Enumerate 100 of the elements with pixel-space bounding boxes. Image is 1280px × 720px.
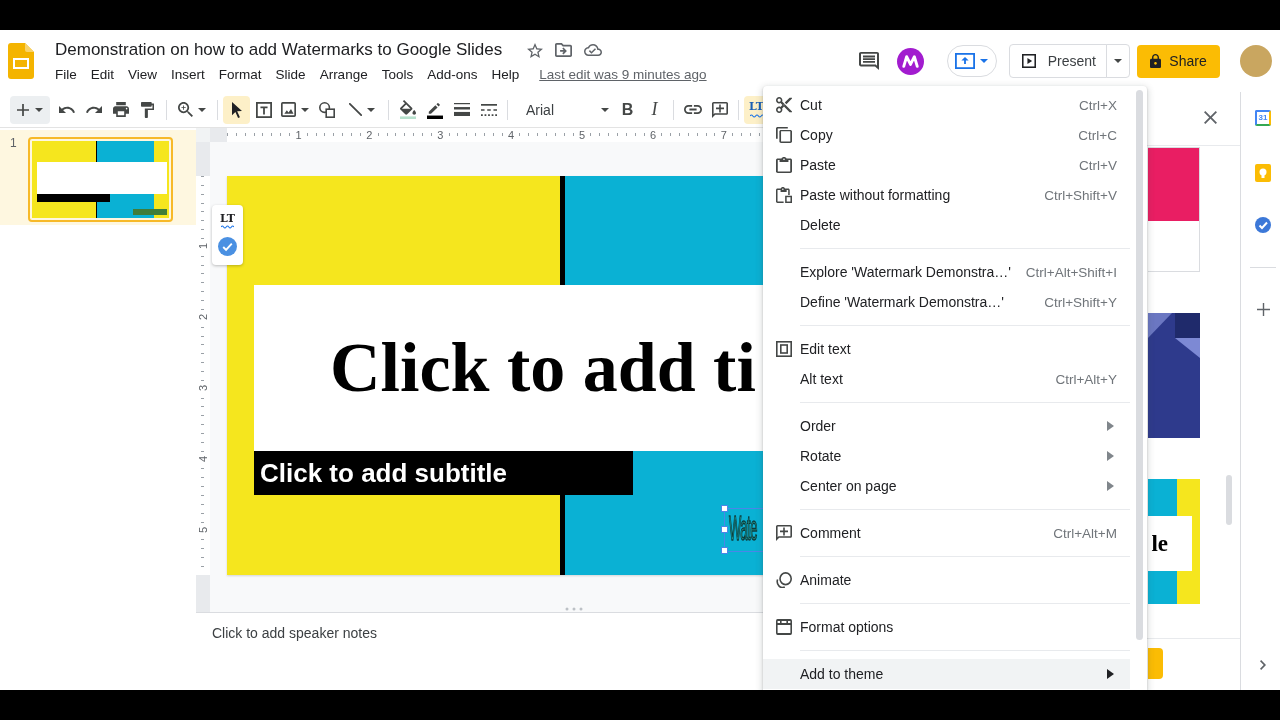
menubar-item[interactable]: Edit — [83, 64, 122, 84]
menubar-item[interactable]: Format — [211, 64, 269, 84]
keyboard-shortcut: Ctrl+X — [1078, 97, 1117, 113]
document-title[interactable]: Demonstration on how to add Watermarks to Google Slides — [55, 40, 503, 60]
resize-handle[interactable] — [721, 505, 728, 512]
slide-title[interactable]: Click to add ti — [330, 328, 756, 408]
keyboard-shortcut: Ctrl+Alt+Shift+I — [1024, 264, 1117, 280]
menubar-item[interactable]: Arrange — [312, 64, 375, 84]
add-comment-icon — [776, 525, 792, 541]
menubar-item[interactable]: Slide — [268, 64, 313, 84]
undo-icon[interactable] — [58, 106, 75, 113]
clipboard-icon — [776, 187, 792, 203]
text-frame-icon — [776, 341, 792, 357]
star-icon[interactable] — [527, 42, 544, 58]
keyboard-shortcut: Ctrl+Shift+V — [1043, 187, 1117, 203]
border-dash-icon[interactable] — [480, 103, 497, 116]
caret-icon — [35, 107, 43, 112]
wave-icon — [749, 114, 764, 118]
check-circle-icon[interactable] — [218, 237, 237, 256]
ruler-number: 4 — [507, 128, 516, 142]
border-weight-icon[interactable] — [453, 103, 470, 116]
menubar-item[interactable]: View — [121, 64, 165, 84]
ruler-number: 3 — [436, 128, 445, 142]
submenu-arrow-icon — [1107, 421, 1114, 431]
menubar-item[interactable]: Add-ons — [420, 64, 485, 84]
play-icon — [1021, 54, 1036, 68]
upload-icon — [955, 53, 976, 69]
theme-thumbnail[interactable] — [1148, 313, 1200, 438]
resize-handle[interactable] — [721, 526, 728, 533]
border-color-icon[interactable] — [426, 100, 443, 119]
menubar-item[interactable]: Help — [484, 64, 527, 84]
calendar-button[interactable]: 31 — [1255, 110, 1271, 126]
menu-item[interactable]: Add to theme — [763, 659, 1130, 689]
select-tool-button[interactable] — [223, 95, 250, 124]
caret-icon[interactable] — [366, 107, 375, 112]
theme-thumbnail[interactable] — [1148, 147, 1200, 272]
caret-icon — [1114, 59, 1122, 63]
submenu-arrow-icon — [1107, 481, 1114, 491]
link-icon[interactable] — [683, 105, 702, 114]
clipboard-icon — [776, 157, 792, 173]
caret-icon[interactable] — [198, 107, 206, 112]
zoom-icon[interactable] — [178, 102, 193, 117]
theme-preview-text: le — [1151, 530, 1168, 557]
present-button[interactable]: Present — [1008, 44, 1107, 78]
redo-icon[interactable] — [85, 106, 102, 113]
scrollbar-thumb[interactable] — [1136, 90, 1143, 640]
last-edit-link[interactable]: Last edit was 9 minutes ago — [539, 66, 707, 82]
keyboard-shortcut: Ctrl+C — [1077, 127, 1117, 143]
folder-icon[interactable] — [555, 43, 573, 57]
ruler-number: 5 — [578, 128, 587, 142]
share-button[interactable]: Share — [1137, 44, 1220, 78]
image-icon[interactable] — [281, 102, 296, 117]
theme-thumbnail[interactable]: le — [1148, 479, 1200, 604]
caret-icon[interactable] — [301, 107, 309, 112]
plus-icon[interactable] — [1256, 303, 1270, 316]
paint-format-icon[interactable] — [141, 101, 154, 118]
wave-icon — [221, 225, 234, 229]
cloud-icon — [584, 44, 603, 56]
resize-handle[interactable] — [721, 547, 728, 554]
menubar-item[interactable]: File — [48, 64, 84, 84]
circles-icon — [776, 572, 792, 588]
scrollbar-thumb[interactable] — [1226, 475, 1232, 525]
comment-icon[interactable] — [858, 52, 879, 70]
bold-button[interactable]: B — [614, 95, 641, 124]
keyboard-shortcut: Ctrl+V — [1078, 157, 1117, 173]
add-on-icon[interactable] — [896, 47, 924, 75]
chevron-right-icon[interactable] — [1260, 660, 1266, 670]
slide-number: 1 — [9, 137, 18, 149]
keyboard-shortcut: Ctrl+Shift+Y — [1043, 294, 1117, 310]
menubar-item[interactable]: Tools — [374, 64, 421, 84]
keyboard-shortcut: Ctrl+Alt+Y — [1054, 371, 1117, 387]
fill-color-icon[interactable] — [399, 100, 416, 119]
menu-item[interactable]: Format options — [763, 612, 1130, 642]
slide-thumbnail[interactable] — [28, 137, 173, 222]
ruler-number: 1 — [294, 128, 303, 142]
print-icon[interactable] — [112, 102, 129, 117]
scissors-icon — [776, 97, 792, 113]
present-options-button[interactable] — [1106, 44, 1130, 78]
slide-subtitle[interactable]: Click to add subtitle — [254, 451, 633, 495]
grammar-widget[interactable]: LT — [212, 205, 243, 265]
panel-icon — [776, 619, 792, 635]
font-dropdown[interactable]: Arial — [513, 95, 614, 124]
text-box-icon[interactable] — [255, 101, 272, 118]
ruler-number: 7 — [719, 128, 728, 142]
ruler-number: 6 — [648, 128, 657, 142]
italic-button[interactable]: I — [641, 95, 668, 124]
plus-icon — [17, 103, 29, 116]
close-icon[interactable] — [1204, 111, 1217, 124]
menubar-item[interactable]: Insert — [164, 64, 212, 84]
add-comment-icon[interactable] — [711, 101, 728, 118]
copy-icon — [776, 127, 792, 143]
line-icon[interactable] — [348, 103, 362, 116]
check-circle-icon[interactable] — [1255, 217, 1271, 233]
submenu-arrow-icon — [1107, 451, 1114, 461]
caret-icon — [601, 107, 609, 112]
new-slide-button[interactable] — [10, 95, 50, 124]
caret-icon — [980, 59, 989, 63]
keyboard-shortcut: Ctrl+Alt+M — [1052, 525, 1117, 541]
lock-icon — [1150, 54, 1162, 68]
shapes-icon[interactable] — [318, 101, 335, 118]
